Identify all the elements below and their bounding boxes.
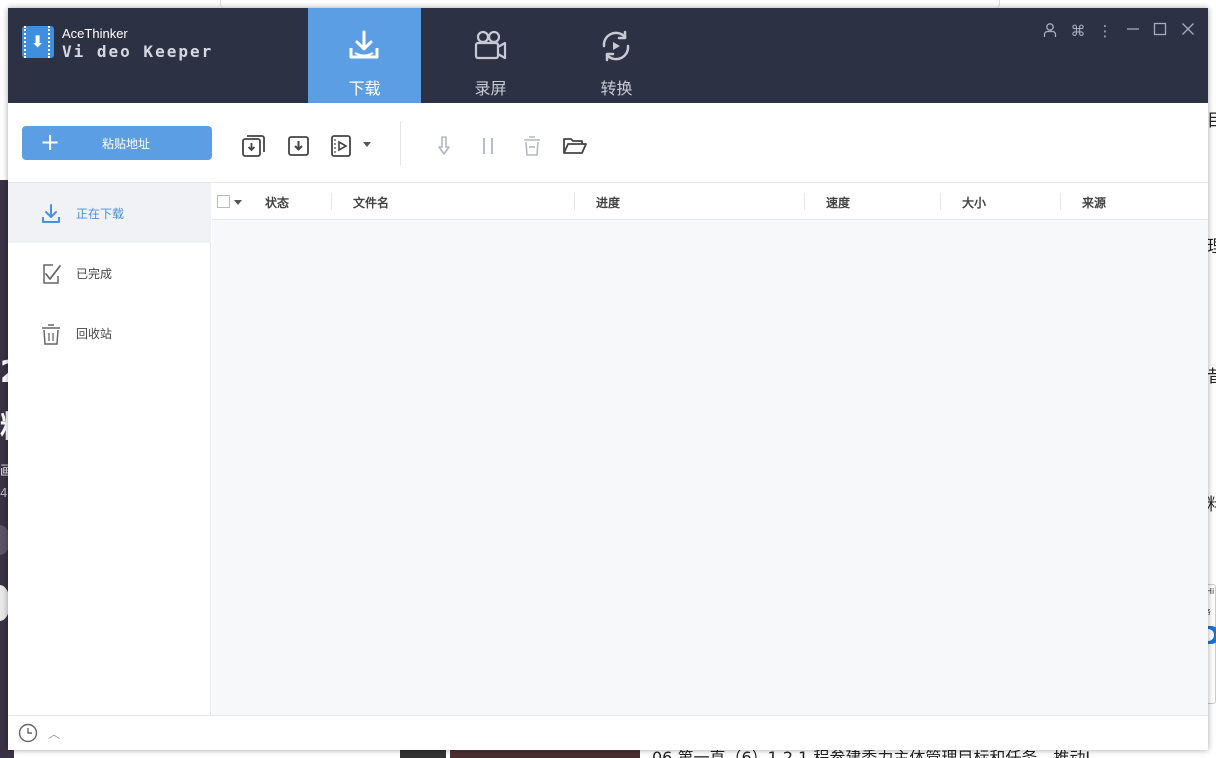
chevron-up-icon[interactable]: ︿ [48, 725, 60, 742]
sidebar-item-label: 回收站 [76, 327, 113, 341]
paste-url-label: 粘贴地址 [102, 137, 151, 151]
video-options-dropdown[interactable] [363, 142, 371, 147]
sidebar-item-completed[interactable]: 已完成 [8, 243, 211, 303]
batch-download-icon[interactable] [240, 134, 266, 158]
background-browser-bar [220, 0, 1000, 8]
paste-url-button[interactable]: + 粘贴地址 [22, 126, 212, 160]
video-play-glyph [331, 135, 351, 157]
column-header-speed[interactable]: 速度 [826, 194, 850, 211]
open-folder-glyph [563, 138, 587, 154]
background-thumb [450, 750, 640, 758]
sidebar: 正在下载 已完成 回收站 [8, 183, 211, 715]
user-icon[interactable] [1041, 22, 1059, 40]
delete-glyph [524, 136, 540, 156]
close-icon[interactable] [1179, 22, 1197, 40]
user-glyph [1043, 23, 1057, 37]
column-header-status[interactable]: 状态 [265, 194, 289, 211]
background-char: 4 [0, 486, 8, 500]
command-icon[interactable]: ⌘ [1069, 22, 1087, 40]
sidebar-item-recycle-bin[interactable]: 回收站 [8, 303, 211, 363]
check-icon [43, 264, 61, 284]
background-char: 理 [1207, 237, 1216, 257]
trash-icon [42, 324, 60, 345]
resume-icon[interactable] [431, 134, 457, 158]
tab-convert[interactable]: 转换 [560, 8, 673, 103]
tab-record-label: 录屏 [474, 79, 507, 98]
column-divider [1060, 193, 1061, 210]
resume-glyph [438, 136, 450, 155]
column-header-source[interactable]: 来源 [1082, 194, 1106, 211]
toolbar-divider [400, 121, 401, 165]
toolbar: + 粘贴地址 [8, 103, 1208, 183]
schedule-clock-icon[interactable] [18, 723, 38, 743]
batch-download-glyph [242, 135, 265, 157]
video-camera-icon [474, 30, 507, 60]
maximize-icon[interactable] [1151, 22, 1169, 40]
app-product-name: Vi deo Keeper [62, 42, 214, 61]
column-divider [940, 193, 941, 210]
film-strip [24, 26, 29, 58]
tab-download[interactable]: 下载 [308, 8, 421, 103]
column-divider [804, 193, 805, 210]
select-all-checkbox[interactable] [217, 195, 230, 208]
tab-record[interactable]: 录屏 [434, 8, 547, 103]
background-char: 料 [1207, 495, 1216, 515]
column-divider [574, 193, 575, 210]
more-icon[interactable]: ⋮ [1096, 22, 1114, 40]
select-options-dropdown[interactable] [234, 200, 242, 205]
pause-glyph [483, 138, 493, 154]
video-play-icon[interactable] [329, 134, 355, 158]
download-arrow-icon: ⬇ [31, 32, 45, 51]
download-glyph [288, 136, 309, 156]
sidebar-item-downloading[interactable]: 正在下载 [8, 183, 211, 243]
maximize-glyph [1153, 22, 1167, 36]
download-table: 状态 文件名 进度 速度 大小 来源 [212, 183, 1208, 715]
background-thumb [400, 750, 446, 758]
minimize-icon[interactable] [1124, 22, 1142, 40]
pause-icon[interactable] [475, 134, 501, 158]
film-strip [48, 26, 53, 58]
plus-icon: + [40, 128, 61, 156]
minimize-glyph [1127, 28, 1139, 30]
download-tray-icon [349, 30, 379, 59]
title-bar: ⬇ AceThinker Vi deo Keeper 下载 录屏 转换 ⌘ ⋮ [8, 8, 1208, 103]
download-icon [42, 204, 60, 223]
column-header-filename[interactable]: 文件名 [353, 194, 389, 211]
convert-cycle-icon [602, 30, 630, 62]
open-folder-icon[interactable] [562, 134, 588, 158]
app-logo-icon: ⬇ [22, 26, 54, 58]
sidebar-item-label: 已完成 [76, 267, 113, 281]
column-divider [331, 193, 332, 210]
background-char: 目 [1207, 111, 1216, 131]
sidebar-item-label: 正在下载 [76, 207, 125, 221]
column-header-progress[interactable]: 进度 [596, 194, 620, 211]
column-header-size[interactable]: 大小 [962, 194, 986, 211]
close-glyph [1182, 23, 1194, 35]
background-char: 昔 [1207, 367, 1216, 387]
download-icon[interactable] [286, 134, 312, 158]
status-bar: ︿ [8, 715, 1208, 750]
table-header: 状态 文件名 进度 速度 大小 来源 [212, 183, 1208, 220]
app-window: ⬇ AceThinker Vi deo Keeper 下载 录屏 转换 ⌘ ⋮ … [8, 8, 1208, 750]
tab-convert-label: 转换 [600, 79, 633, 98]
delete-icon[interactable] [519, 134, 545, 158]
tab-download-label: 下载 [348, 79, 381, 98]
app-brand: AceThinker [62, 26, 128, 41]
